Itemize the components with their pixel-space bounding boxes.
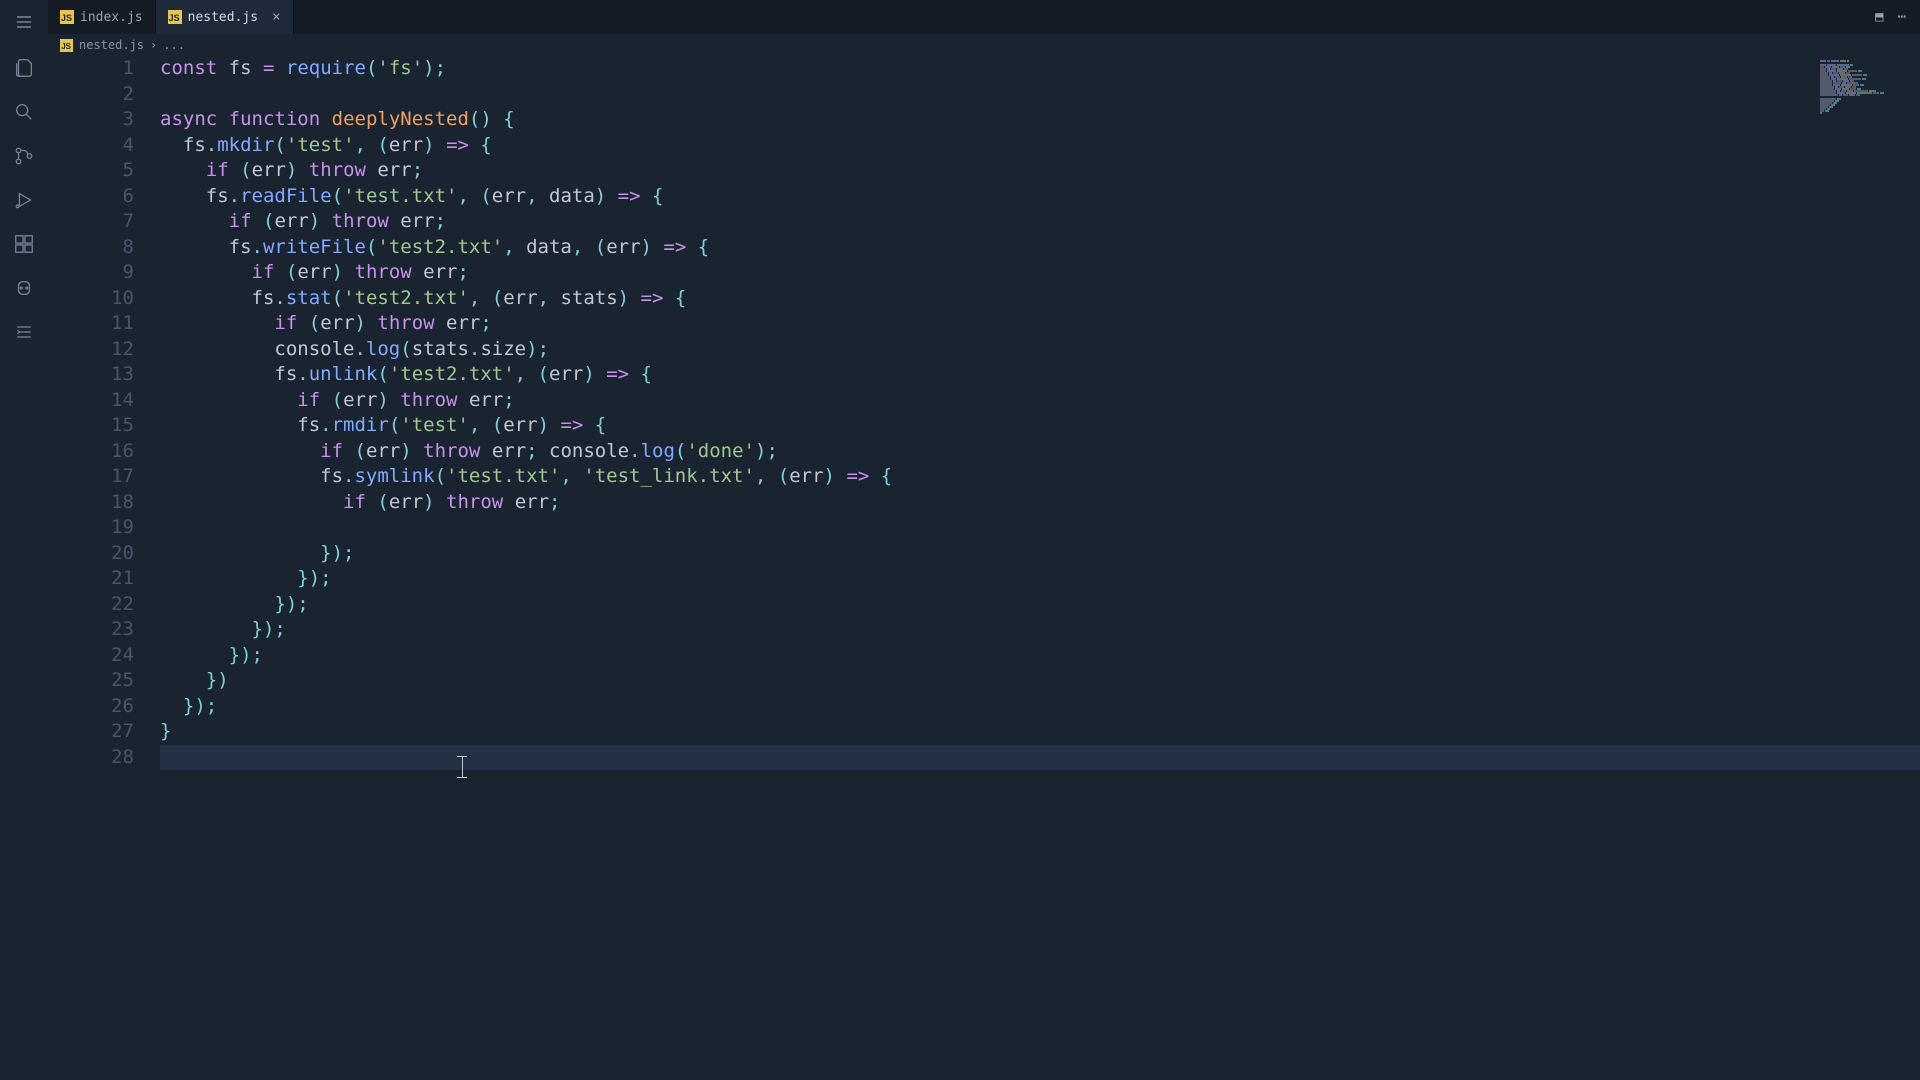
copilot-icon[interactable] [0, 268, 48, 308]
tab-bar: JS index.js JS nested.js × ⬒ ⋯ [48, 0, 1920, 34]
indent-icon[interactable] [0, 312, 48, 352]
code-line[interactable]: if (err) throw err; console.log('done'); [160, 439, 1920, 465]
code-line[interactable]: }); [160, 617, 1920, 643]
tab-label: index.js [80, 10, 143, 25]
code-line[interactable]: }); [160, 643, 1920, 669]
code-line[interactable]: if (err) throw err; [160, 311, 1920, 337]
editor-layout-icon[interactable]: ⬒ [1875, 9, 1883, 25]
code-line[interactable]: } [160, 719, 1920, 745]
code-line[interactable]: fs.stat('test2.txt', (err, stats) => { [160, 286, 1920, 312]
code-line[interactable]: }); [160, 694, 1920, 720]
code-line[interactable]: fs.readFile('test.txt', (err, data) => { [160, 184, 1920, 210]
code-line[interactable]: if (err) throw err; [160, 209, 1920, 235]
minimap[interactable] [1820, 60, 1910, 104]
code-line[interactable]: console.log(stats.size); [160, 337, 1920, 363]
code-line[interactable] [160, 745, 1920, 771]
breadcrumb[interactable]: JS nested.js › ... [48, 34, 1920, 56]
code-line[interactable]: }) [160, 668, 1920, 694]
code-line[interactable]: async function deeplyNested() { [160, 107, 1920, 133]
editor[interactable]: 1234567891011121314151617181920212223242… [48, 56, 1920, 1080]
code-line[interactable]: fs.rmdir('test', (err) => { [160, 413, 1920, 439]
code-line[interactable]: if (err) throw err; [160, 158, 1920, 184]
chevron-right-icon: › [150, 38, 157, 52]
tab-nested-js[interactable]: JS nested.js × [156, 0, 294, 34]
code-line[interactable] [160, 82, 1920, 108]
extensions-icon[interactable] [0, 224, 48, 264]
code-line[interactable]: if (err) throw err; [160, 260, 1920, 286]
close-icon[interactable]: × [272, 9, 280, 25]
code-line[interactable]: }); [160, 592, 1920, 618]
activity-bar [0, 0, 48, 1080]
code-line[interactable]: fs.mkdir('test', (err) => { [160, 133, 1920, 159]
search-icon[interactable] [0, 92, 48, 132]
more-icon[interactable]: ⋯ [1898, 9, 1906, 25]
explorer-icon[interactable] [0, 48, 48, 88]
js-file-icon: JS [60, 39, 73, 52]
main: JS index.js JS nested.js × ⬒ ⋯ JS nested.js … [48, 0, 1920, 1080]
tab-index-js[interactable]: JS index.js [48, 0, 156, 34]
line-number-gutter: 1234567891011121314151617181920212223242… [48, 56, 160, 770]
code-line[interactable]: const fs = require('fs'); [160, 56, 1920, 82]
source-control-icon[interactable] [0, 136, 48, 176]
breadcrumb-trail: ... [163, 38, 185, 52]
run-debug-icon[interactable] [0, 180, 48, 220]
code-line[interactable]: fs.symlink('test.txt', 'test_link.txt', … [160, 464, 1920, 490]
js-file-icon: JS [168, 10, 182, 24]
tab-label: nested.js [188, 10, 258, 25]
code-line[interactable]: }); [160, 566, 1920, 592]
breadcrumb-file: nested.js [79, 38, 144, 52]
code-area[interactable]: const fs = require('fs'); async function … [160, 56, 1920, 770]
js-file-icon: JS [60, 10, 74, 24]
code-line[interactable]: fs.writeFile('test2.txt', data, (err) =>… [160, 235, 1920, 261]
hamburger-icon[interactable] [12, 10, 36, 34]
code-line[interactable]: if (err) throw err; [160, 490, 1920, 516]
code-line[interactable]: }); [160, 541, 1920, 567]
code-line[interactable]: if (err) throw err; [160, 388, 1920, 414]
code-line[interactable]: fs.unlink('test2.txt', (err) => { [160, 362, 1920, 388]
code-line[interactable] [160, 515, 1920, 541]
